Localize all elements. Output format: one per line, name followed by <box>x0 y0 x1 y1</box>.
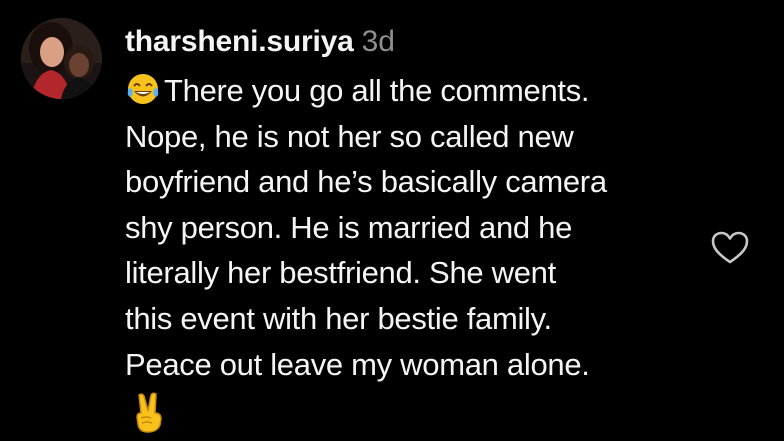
comment-line-7: Peace out leave my woman alone. <box>125 346 590 382</box>
comment-line-1: There you go all the comments. <box>125 68 725 114</box>
like-button[interactable] <box>710 230 750 266</box>
comment-line-6: this event with her bestie family. <box>125 300 552 336</box>
comment-line-3: boyfriend and he’s basically camera <box>125 164 607 200</box>
victory-hand-emoji <box>131 391 167 433</box>
comment-header: tharsheni.suriya 3d <box>125 22 395 62</box>
comment-line-4: shy person. He is married and he <box>125 209 573 245</box>
tears-of-joy-emoji <box>125 71 161 107</box>
comment-timestamp[interactable]: 3d <box>362 25 395 58</box>
comment-item: tharsheni.suriya 3d There you go all the … <box>0 0 784 441</box>
comment-line-5: literally her bestfriend. She went <box>125 255 556 291</box>
comment-line-2: Nope, he is not her so called new <box>125 118 574 154</box>
heart-outline-icon <box>711 231 749 264</box>
username-link[interactable]: tharsheni.suriya <box>125 25 354 58</box>
comment-text: There you go all the comments. Nope, he … <box>125 68 725 441</box>
comment-line-text: There you go all the comments. <box>164 73 590 108</box>
comment-line-emoji <box>125 391 725 441</box>
avatar-photo <box>21 18 102 99</box>
avatar[interactable] <box>21 18 102 99</box>
